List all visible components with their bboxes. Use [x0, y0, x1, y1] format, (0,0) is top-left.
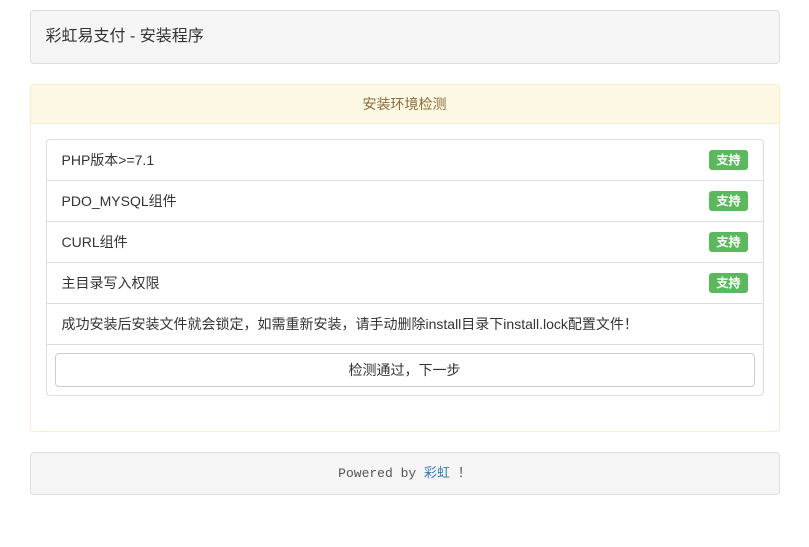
footer-panel: Powered by 彩虹 ！ [29, 452, 780, 495]
env-check-panel-body: PHP版本>=7.1 支持 PDO_MYSQL组件 支持 CURL组件 支持 主目录写入权限… [31, 124, 779, 431]
check-label: PDO_MYSQL组件 [61, 193, 177, 209]
check-label: PHP版本>=7.1 [61, 152, 155, 168]
check-row: PHP版本>=7.1 支持 [45, 139, 764, 181]
check-row: PDO_MYSQL组件 支持 [45, 180, 764, 222]
install-page: 彩虹易支付 - 安装程序 安装环境检测 PHP版本>=7.1 支持 PDO_MYSQ… [0, 0, 809, 547]
env-check-panel-heading: 安装环境检测 [30, 85, 779, 124]
status-badge: 支持 [709, 232, 748, 252]
content-container: 彩虹易支付 - 安装程序 安装环境检测 PHP版本>=7.1 支持 PDO_MYSQ… [29, 10, 780, 495]
page-title: 彩虹易支付 - 安装程序 [45, 28, 204, 45]
next-step-item: 检测通过，下一步 [45, 344, 764, 396]
footer-exclamation: ！ [450, 466, 471, 481]
check-label: CURL组件 [61, 234, 128, 250]
install-lock-notice: 成功安装后安装文件就会锁定，如需重新安装，请手动删除install目录下inst… [45, 303, 764, 345]
env-check-panel: 安装环境检测 PHP版本>=7.1 支持 PDO_MYSQL组件 支持 CURL组件 支持… [29, 84, 780, 432]
powered-by-text: Powered by [338, 466, 424, 481]
check-row: 主目录写入权限 支持 [45, 262, 764, 304]
environment-check-list: PHP版本>=7.1 支持 PDO_MYSQL组件 支持 CURL组件 支持 主目录写入权限… [45, 139, 764, 396]
status-badge: 支持 [709, 150, 748, 170]
status-badge: 支持 [709, 191, 748, 211]
next-step-button[interactable]: 检测通过，下一步 [54, 353, 755, 387]
check-label: 主目录写入权限 [61, 275, 160, 291]
rainbow-link[interactable]: 彩虹 [424, 465, 450, 480]
check-row: CURL组件 支持 [45, 221, 764, 263]
env-check-panel-title: 安装环境检测 [362, 96, 447, 112]
page-title-panel: 彩虹易支付 - 安装程序 [29, 10, 780, 64]
status-badge: 支持 [709, 273, 748, 293]
